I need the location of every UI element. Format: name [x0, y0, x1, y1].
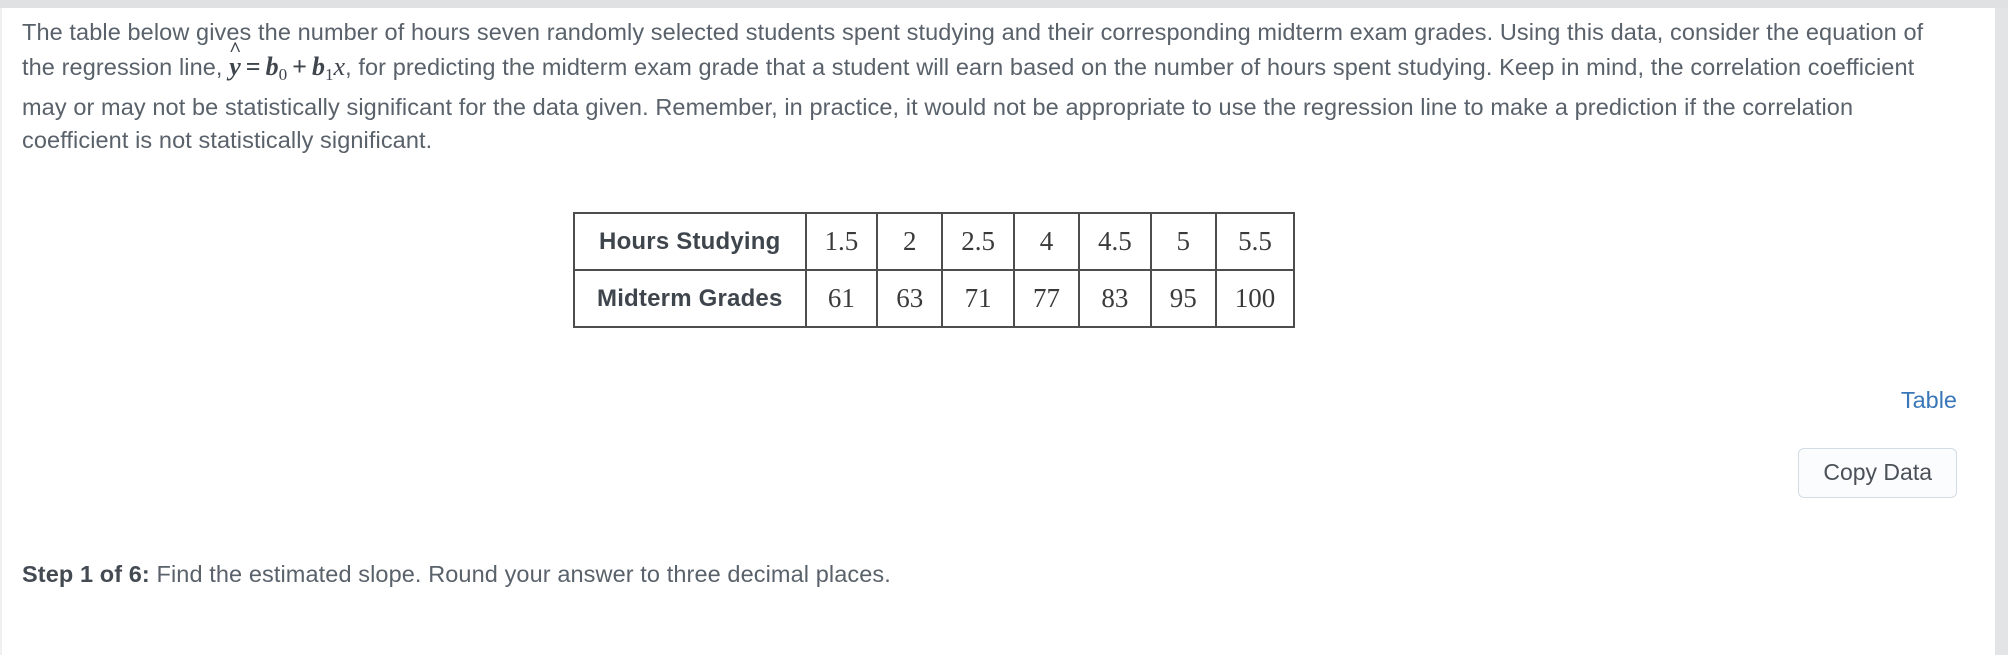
hours-value-7: 5.5 [1214, 212, 1296, 271]
b0-subscript: 0 [278, 64, 288, 84]
data-table-container: Hours Studying 1.5 2 2.5 4 4.5 5 5.5 Mid… [573, 212, 1296, 328]
b1-term: b1 [311, 51, 334, 84]
table-link[interactable]: Table [2, 387, 1957, 414]
question-card: The table below gives the number of hour… [2, 8, 1995, 655]
b0-base: b [265, 51, 279, 81]
step-instruction-text: Find the estimated slope. Round your ans… [156, 561, 891, 587]
hours-value-1: 1.5 [804, 212, 879, 271]
regression-equation: ^ y = b0 + b1x [229, 38, 346, 84]
b1-base: b [311, 51, 325, 81]
grade-value-2: 63 [876, 269, 944, 328]
hours-value-2: 2 [876, 212, 944, 271]
row-label-midterm-grades: Midterm Grades [573, 269, 807, 328]
grade-value-4: 77 [1013, 269, 1081, 328]
copy-data-button-row: Copy Data [2, 448, 1957, 499]
grade-value-6: 95 [1149, 269, 1217, 328]
grade-value-1: 61 [804, 269, 879, 328]
top-edge-strip [0, 0, 2008, 8]
data-table: Hours Studying 1.5 2 2.5 4 4.5 5 5.5 Mid… [573, 212, 1296, 328]
b1-subscript: 1 [324, 64, 334, 84]
hours-value-6: 5 [1149, 212, 1217, 271]
right-edge-gutter [1995, 8, 2008, 655]
copy-data-button[interactable]: Copy Data [1798, 448, 1957, 499]
step-instruction: Step 1 of 6: Find the estimated slope. R… [22, 558, 891, 590]
problem-statement: The table below gives the number of hour… [22, 16, 1947, 158]
y-hat-symbol: ^ y [229, 38, 241, 84]
row-label-hours-studying: Hours Studying [573, 212, 807, 271]
hours-value-3: 2.5 [941, 212, 1016, 271]
table-row: Hours Studying 1.5 2 2.5 4 4.5 5 5.5 [573, 212, 1296, 271]
hours-value-4: 4 [1013, 212, 1081, 271]
table-row: Midterm Grades 61 63 71 77 83 95 100 [573, 269, 1296, 328]
hat-accent-icon: ^ [229, 36, 242, 61]
hours-value-5: 4.5 [1078, 212, 1152, 271]
x-variable: x [333, 51, 346, 81]
b0-term: b0 [265, 51, 288, 84]
grade-value-7: 100 [1214, 269, 1296, 328]
step-label: Step 1 of 6: [22, 561, 150, 587]
plus-sign: + [292, 51, 307, 81]
equals-sign: = [245, 51, 261, 81]
grade-value-3: 71 [941, 269, 1016, 328]
grade-value-5: 83 [1078, 269, 1152, 328]
